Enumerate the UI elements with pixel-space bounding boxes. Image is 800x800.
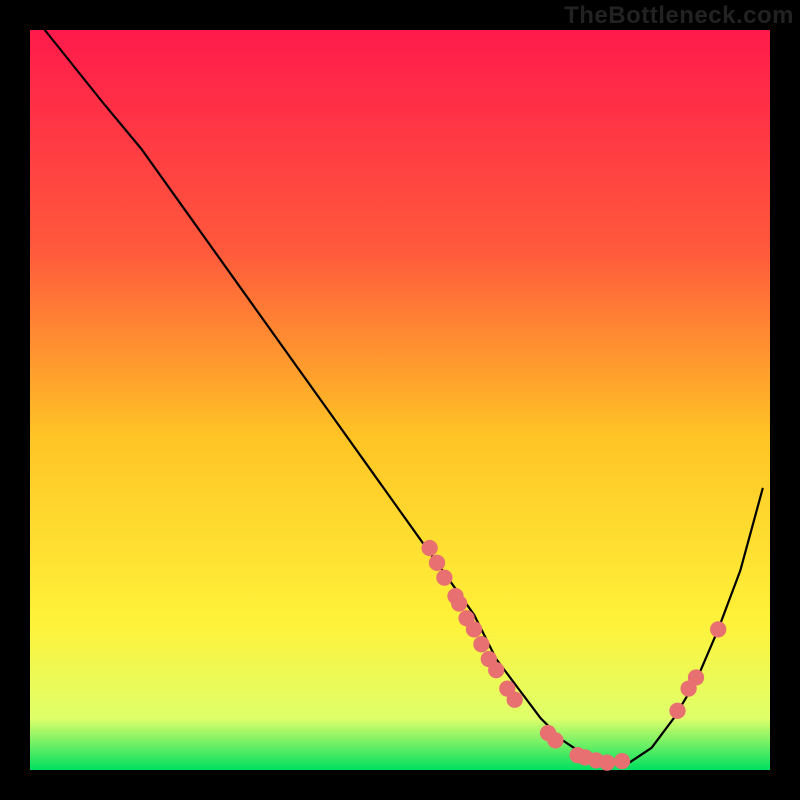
- data-marker: [488, 662, 504, 678]
- data-marker: [429, 555, 445, 571]
- curve-layer: [30, 30, 770, 770]
- data-marker: [473, 636, 489, 652]
- data-marker: [466, 621, 482, 637]
- data-marker: [688, 669, 704, 685]
- watermark-text: TheBottleneck.com: [564, 2, 794, 30]
- chart-frame: TheBottleneck.com: [0, 0, 800, 800]
- data-marker: [669, 703, 685, 719]
- bottleneck-curve: [45, 30, 763, 763]
- data-marker: [421, 540, 437, 556]
- data-marker: [451, 595, 467, 611]
- marker-layer: [421, 540, 726, 771]
- data-marker: [507, 692, 523, 708]
- data-marker: [547, 732, 563, 748]
- data-marker: [710, 621, 726, 637]
- data-marker: [599, 754, 615, 770]
- data-marker: [436, 569, 452, 585]
- data-marker: [614, 753, 630, 769]
- plot-area: [30, 30, 770, 770]
